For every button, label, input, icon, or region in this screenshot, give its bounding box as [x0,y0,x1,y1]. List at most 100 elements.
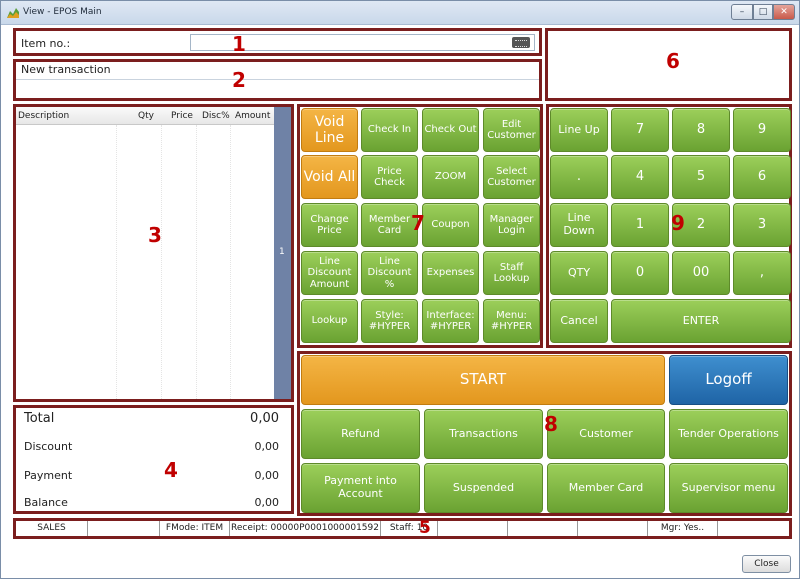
status-empty [88,521,160,536]
window-title: View - EPOS Main [23,7,102,17]
balance-value: 0,00 [254,496,280,509]
column-price: Price [171,111,193,121]
qty-button[interactable]: QTY [550,251,608,295]
key-00[interactable]: 00 [672,251,730,295]
key-8[interactable]: 8 [672,108,730,152]
grid-column-line [116,125,117,399]
status-empty [578,521,648,536]
zoom-button[interactable]: ZOOM [422,155,479,199]
status-fmode: FMode: ITEM [160,521,230,536]
refund-button[interactable]: Refund [301,409,420,459]
key-5[interactable]: 5 [672,155,730,199]
key-dot[interactable]: . [550,155,608,199]
select-customer-button[interactable]: Select Customer [483,155,540,199]
total-value: 0,00 [250,411,279,426]
payment-label: Payment [24,469,73,482]
staff-lookup-button[interactable]: Staff Lookup [483,251,540,295]
column-disc: Disc% [202,111,230,121]
expenses-button[interactable]: Expenses [422,251,479,295]
function-buttons-region: Void Line Check In Check Out Edit Custom… [297,104,543,348]
coupon-button[interactable]: Coupon [422,203,479,247]
status-empty [508,521,578,536]
discount-label: Discount [24,440,73,453]
line-discount-percent-button[interactable]: Line Discount % [361,251,418,295]
region-number-4: 4 [164,458,178,482]
divider [16,79,539,80]
operations-region: START Logoff Refund Transactions Custome… [297,351,792,516]
totals-region: Total 0,00 Discount 0,00 Payment 0,00 Ba… [13,405,294,514]
key-1[interactable]: 1 [611,203,669,247]
item-entry-region: Item no.: 1 [13,28,542,56]
supervisor-menu-button[interactable]: Supervisor menu [669,463,788,513]
menu-button[interactable]: Menu: #HYPER [483,299,540,343]
key-4[interactable]: 4 [611,155,669,199]
discount-value: 0,00 [254,440,280,453]
logoff-button[interactable]: Logoff [669,355,788,405]
region-number-8: 8 [544,412,558,436]
lookup-button[interactable]: Lookup [301,299,358,343]
app-chart-icon [7,8,19,18]
start-button[interactable]: START [301,355,665,405]
close-button[interactable]: Close [742,555,791,573]
key-7[interactable]: 7 [611,108,669,152]
line-discount-amount-button[interactable]: Line Discount Amount [301,251,358,295]
cancel-button[interactable]: Cancel [550,299,608,343]
manager-login-button[interactable]: Manager Login [483,203,540,247]
title-bar: View - EPOS Main – □ ✕ [1,1,799,25]
customer-button[interactable]: Customer [547,409,665,459]
grid-header: Description Qty Price Disc% Amount [16,107,274,125]
transaction-info-region: New transaction 2 [13,59,542,101]
epos-main-window: View - EPOS Main – □ ✕ Item no.: 1 New t… [0,0,800,579]
customer-display-region: 6 [545,28,792,101]
status-receipt: Receipt: 00000P0001000001592 [230,521,381,536]
grid-column-line [196,125,197,399]
void-all-button[interactable]: Void All [301,155,358,199]
price-check-button[interactable]: Price Check [361,155,418,199]
line-down-button[interactable]: Line Down [550,203,608,247]
region-number-2: 2 [232,68,246,92]
style-button[interactable]: Style: #HYPER [361,299,418,343]
discount-row: Discount 0,00 [24,440,283,458]
grid-column-line [230,125,231,399]
keyboard-icon[interactable] [512,37,530,48]
interface-button[interactable]: Interface: #HYPER [422,299,479,343]
key-6[interactable]: 6 [733,155,791,199]
key-3[interactable]: 3 [733,203,791,247]
check-out-button[interactable]: Check Out [422,108,479,152]
region-number-7: 7 [411,211,425,235]
operations-member-card-button[interactable]: Member Card [547,463,665,513]
payment-row: Payment 0,00 [24,469,283,487]
key-comma[interactable]: , [733,251,791,295]
minimize-button[interactable]: – [731,4,753,20]
total-label: Total [24,411,55,426]
payment-into-account-button[interactable]: Payment into Account [301,463,420,513]
page-scrollbar[interactable]: 1 [274,107,291,399]
receipt-grid-region: Description Qty Price Disc% Amount 1 3 [13,104,294,402]
status-mgr: Mgr: Yes.. [648,521,718,536]
column-amount: Amount [235,111,271,121]
maximize-button[interactable]: □ [753,4,773,20]
transactions-button[interactable]: Transactions [424,409,543,459]
column-description: Description [18,111,70,121]
item-no-label: Item no.: [21,37,71,50]
numpad-region: Line Up 7 8 9 . 4 5 6 Line Down 1 2 3 QT… [546,104,792,348]
region-number-3: 3 [148,223,162,247]
window-close-button[interactable]: ✕ [773,4,795,20]
enter-button[interactable]: ENTER [611,299,791,343]
balance-row: Balance 0,00 [24,496,283,514]
receipt-lines[interactable] [16,125,274,399]
tender-operations-button[interactable]: Tender Operations [669,409,788,459]
key-0[interactable]: 0 [611,251,669,295]
key-9[interactable]: 9 [733,108,791,152]
status-bar-region: SALES FMode: ITEM Receipt: 00000P0001000… [13,518,792,539]
transaction-status: New transaction [21,63,111,76]
suspended-button[interactable]: Suspended [424,463,543,513]
edit-customer-button[interactable]: Edit Customer [483,108,540,152]
member-card-button[interactable]: Member Card [361,203,418,247]
void-line-button[interactable]: Void Line [301,108,358,152]
check-in-button[interactable]: Check In [361,108,418,152]
change-price-button[interactable]: Change Price [301,203,358,247]
status-mode: SALES [16,521,88,536]
region-number-5: 5 [419,518,431,538]
line-up-button[interactable]: Line Up [550,108,608,152]
